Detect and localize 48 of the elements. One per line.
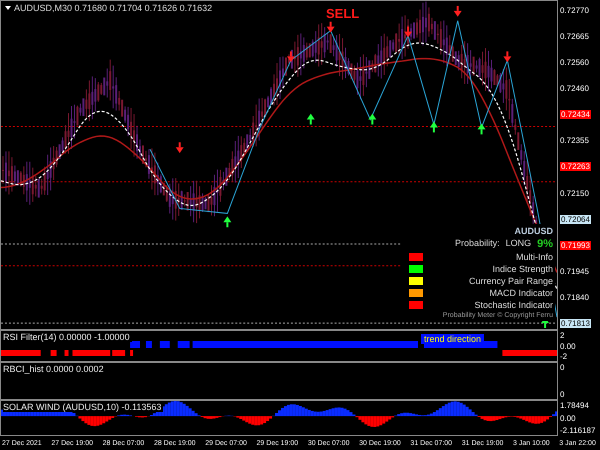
axis-label: -2.116187 [560, 426, 596, 435]
price-tick-label: 0.72150 [560, 188, 590, 198]
up-arrow-icon [223, 216, 232, 228]
indicator-label: Indice Strength [492, 264, 553, 274]
down-arrow-icon [503, 51, 512, 62]
up-arrow-icon [306, 114, 315, 124]
axis-label: -2 [560, 352, 568, 361]
dropdown-triangle-icon[interactable] [5, 6, 11, 10]
indicator-title: RSI Filter(14) 0.00000 -1.00000 [3, 332, 132, 342]
axis-label: 2 [560, 331, 566, 340]
axis-label: 1.78494 [560, 401, 590, 410]
down-arrow-icon [404, 26, 412, 38]
up-arrow-icon [368, 114, 376, 124]
price-tick-label: 0.72560 [560, 58, 590, 68]
price-tick-label: 0.71945 [560, 266, 590, 276]
axis-label: 0 [560, 390, 566, 399]
probability-label: Probability: [455, 238, 500, 250]
indicator-label: Currency Pair Range [468, 276, 553, 286]
indicator-label: Stochastic Indicator [474, 300, 553, 310]
probability-value: 9% [537, 238, 553, 250]
indicator-label: Multi-Info [516, 252, 553, 262]
axis-label: 0 [560, 363, 566, 372]
down-arrow-icon [286, 51, 295, 62]
price-tick-label: 0.72770 [560, 6, 590, 15]
down-arrow-icon [176, 142, 184, 154]
price-tick-label: 0.71840 [560, 292, 590, 302]
price-tag: 0.71813 [560, 318, 591, 328]
indicator-title: SOLAR WIND (AUDUSD,10) -0.113563 [3, 402, 164, 412]
indicator-label: MACD Indicator [489, 288, 553, 298]
down-arrow-icon [326, 22, 335, 33]
direction-label: LONG [506, 238, 532, 250]
price-tick-label: 0.72665 [560, 32, 590, 42]
price-tag: 0.72263 [560, 162, 591, 172]
price-tag: 0.71993 [560, 240, 591, 250]
axis-label: 0.00 [560, 342, 577, 350]
indicator-title: RBCI_hist 0.0000 0.0002 [3, 364, 106, 374]
up-arrow-icon [478, 124, 486, 134]
price-tag: 0.72434 [560, 110, 591, 120]
down-arrow-icon [454, 6, 462, 17]
up-arrow-icon [430, 122, 438, 132]
price-tag: 0.72064 [560, 214, 591, 224]
meter-symbol: AUDUSD [514, 226, 553, 236]
trend-direction-label: trend direction [421, 334, 484, 344]
price-tick-label: 0.72460 [560, 84, 590, 94]
axis-label: 0.00 [560, 414, 577, 422]
price-tick-label: 0.72355 [560, 136, 590, 146]
chart-title: AUDUSD,M30 0.71680 0.71704 0.71626 0.71632 [14, 3, 212, 13]
signal-label: SELL [326, 6, 360, 21]
